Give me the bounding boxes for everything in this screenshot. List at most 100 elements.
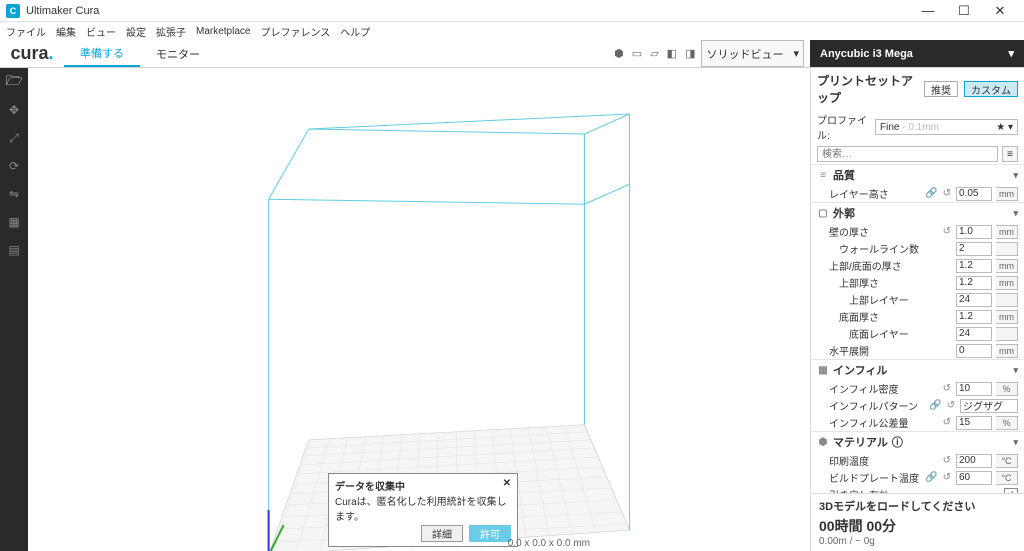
rotate-tool[interactable]: ⟳ <box>0 152 28 180</box>
infill-overlap-label: インフィル公差量 <box>829 415 939 430</box>
horizontal-expansion-input[interactable]: 0 <box>956 344 992 358</box>
details-button[interactable]: 詳細 <box>421 525 463 542</box>
menubar: ファイル 編集 ビュー 設定 拡張子 Marketplace プレファレンス ヘ… <box>0 22 1024 40</box>
dialog-title: データを収集中 <box>335 478 503 493</box>
settings-list[interactable]: ≡品質▾ レイヤー高さ🔗↺0.05mm ▢外郭▾ 壁の厚さ↺1.0mm ウォール… <box>811 164 1024 493</box>
cat-infill[interactable]: ▦インフィル▾ <box>811 359 1024 380</box>
wall-lines-label: ウォールライン数 <box>839 241 952 256</box>
recommended-button[interactable]: 推奨 <box>924 81 958 97</box>
profile-select[interactable]: Fine - 0.1mm ★ ▾ <box>875 119 1018 135</box>
move-tool[interactable]: ✥ <box>0 96 28 124</box>
menu-marketplace[interactable]: Marketplace <box>194 24 252 39</box>
cat-shell[interactable]: ▢外郭▾ <box>811 202 1024 223</box>
custom-button[interactable]: カスタム <box>964 81 1018 97</box>
load-model-message: 3Dモデルをロードしてください <box>819 498 1016 514</box>
top-thickness-input[interactable]: 1.2 <box>956 276 992 290</box>
menu-preferences[interactable]: プレファレンス <box>258 22 332 41</box>
topbot-thickness-label: 上部/底面の厚さ <box>829 258 952 273</box>
view-icons: ⬢ ▭ ▱ ◧ ◨ <box>614 40 701 67</box>
reset-icon[interactable]: ↺ <box>947 400 955 411</box>
infill-icon: ▦ <box>817 365 829 376</box>
infill-pattern-label: インフィルパターン <box>829 398 925 413</box>
dialog-body: Curaは、匿名化した利用統計を収集します。 <box>335 493 511 523</box>
bottom-layers-label: 底面レイヤー <box>849 326 952 341</box>
mirror-tool[interactable]: ⇋ <box>0 180 28 208</box>
quality-icon: ≡ <box>817 170 829 181</box>
logo: cura. <box>0 40 64 67</box>
settings-menu-button[interactable]: ≡ <box>1002 146 1018 162</box>
infill-density-input[interactable]: 10 <box>956 382 992 396</box>
shell-icon: ▢ <box>817 208 829 219</box>
material-icon: ⬢ <box>817 437 829 448</box>
bottom-thickness-input[interactable]: 1.2 <box>956 310 992 324</box>
titlebar: C Ultimaker Cura — ☐ ✕ <box>0 0 1024 22</box>
info-icon[interactable]: ⓘ <box>892 434 903 450</box>
support-tool[interactable]: ▤ <box>0 236 28 264</box>
bed-temp-input[interactable]: 60 <box>956 471 992 485</box>
bottom-layers-input[interactable]: 24 <box>956 327 992 341</box>
menu-view[interactable]: ビュー <box>84 22 118 41</box>
dialog-close-button[interactable]: ✕ <box>503 478 511 493</box>
open-file-button[interactable]: 🗁 <box>0 68 28 96</box>
allow-button[interactable]: 許可 <box>469 525 511 542</box>
wall-thickness-input[interactable]: 1.0 <box>956 225 992 239</box>
bottom-thickness-label: 底面厚さ <box>839 309 952 324</box>
print-weight: 0.00m / ~ 0g <box>819 536 1016 547</box>
infill-overlap-input[interactable]: 15 <box>956 416 992 430</box>
chevron-down-icon: ▾ <box>1008 47 1014 60</box>
view-left-icon[interactable]: ◧ <box>667 47 677 60</box>
viewport-3d[interactable]: データを収集中 ✕ Curaは、匿名化した利用統計を収集します。 詳細 許可 0… <box>28 68 810 551</box>
print-temp-input[interactable]: 200 <box>956 454 992 468</box>
reset-icon[interactable]: ↺ <box>943 417 951 428</box>
cat-quality[interactable]: ≡品質▾ <box>811 164 1024 185</box>
view-top-icon[interactable]: ▱ <box>650 47 658 60</box>
top-thickness-label: 上部厚さ <box>839 275 952 290</box>
status-dimensions: 0.0 x 0.0 x 0.0 mm <box>508 538 590 549</box>
menu-edit[interactable]: 編集 <box>54 22 78 41</box>
slice-info: 3Dモデルをロードしてください 00時間 00分 0.00m / ~ 0g <box>811 493 1024 551</box>
mesh-tool[interactable]: ▦ <box>0 208 28 236</box>
menu-extensions[interactable]: 拡張子 <box>154 22 188 41</box>
print-settings-panel: プリントセットアップ 推奨 カスタム プロファイル: Fine - 0.1mm … <box>810 68 1024 551</box>
reset-icon[interactable]: ↺ <box>943 226 951 237</box>
reset-icon[interactable]: ↺ <box>943 472 951 483</box>
reset-icon[interactable]: ↺ <box>943 383 951 394</box>
view-mode-select[interactable]: ソリッドビュー▾ <box>701 40 804 67</box>
settings-search-input[interactable] <box>817 146 998 162</box>
maximize-button[interactable]: ☐ <box>946 0 982 22</box>
printer-select[interactable]: Anycubic i3 Mega▾ <box>810 40 1024 67</box>
main: 🗁 ✥ ⤢ ⟳ ⇋ ▦ ▤ <box>0 68 1024 551</box>
menu-file[interactable]: ファイル <box>4 22 48 41</box>
cat-material[interactable]: ⬢マテリアルⓘ▾ <box>811 431 1024 452</box>
bed-temp-label: ビルドプレート温度 <box>829 470 921 485</box>
stage-tabs: 準備する モニター <box>64 40 216 67</box>
top-layers-input[interactable]: 24 <box>956 293 992 307</box>
close-button[interactable]: ✕ <box>982 0 1018 22</box>
data-collection-dialog: データを収集中 ✕ Curaは、匿名化した利用統計を収集します。 詳細 許可 <box>328 473 518 547</box>
view-3d-icon[interactable]: ⬢ <box>614 47 624 60</box>
layer-height-input[interactable]: 0.05 <box>956 187 992 201</box>
profile-label: プロファイル: <box>817 112 871 142</box>
wall-thickness-label: 壁の厚さ <box>829 224 939 239</box>
top-layers-label: 上部レイヤー <box>849 292 952 307</box>
view-front-icon[interactable]: ▭ <box>632 47 642 60</box>
link-icon[interactable]: 🔗 <box>929 400 941 411</box>
app-icon: C <box>6 4 20 18</box>
wall-lines-input[interactable]: 2 <box>956 242 992 256</box>
window-title: Ultimaker Cura <box>26 5 910 17</box>
link-icon[interactable]: 🔗 <box>925 472 937 483</box>
topbot-thickness-input[interactable]: 1.2 <box>956 259 992 273</box>
tab-prepare[interactable]: 準備する <box>64 40 140 67</box>
reset-icon[interactable]: ↺ <box>943 455 951 466</box>
link-icon[interactable]: 🔗 <box>925 188 937 199</box>
menu-help[interactable]: ヘルプ <box>338 22 372 41</box>
minimize-button[interactable]: — <box>910 0 946 22</box>
top-toolbar: cura. 準備する モニター ⬢ ▭ ▱ ◧ ◨ ソリッドビュー▾ Anycu… <box>0 40 1024 68</box>
infill-pattern-select[interactable]: ジグザグ <box>960 399 1018 413</box>
scale-tool[interactable]: ⤢ <box>0 124 28 152</box>
reset-icon[interactable]: ↺ <box>943 188 951 199</box>
tab-monitor[interactable]: モニター <box>140 40 216 67</box>
menu-settings[interactable]: 設定 <box>124 22 148 41</box>
view-right-icon[interactable]: ◨ <box>685 47 695 60</box>
layer-height-label: レイヤー高さ <box>829 186 921 201</box>
